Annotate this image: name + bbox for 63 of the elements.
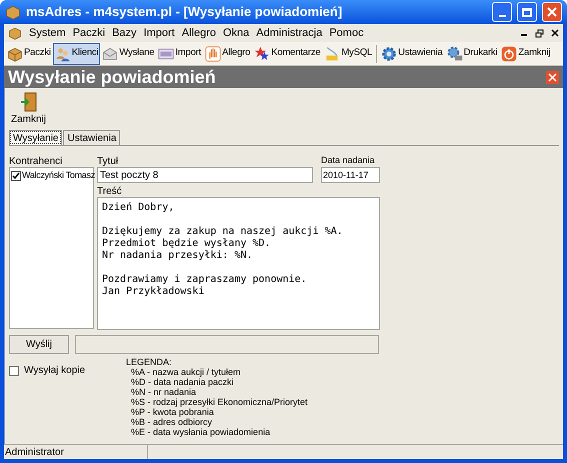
legend-item: %A - nazwa aukcji / tytułem bbox=[130, 367, 242, 377]
toolbar-button[interactable]: Paczki bbox=[5, 42, 53, 64]
close-button[interactable] bbox=[542, 2, 562, 22]
tab[interactable]: Wysyłanie bbox=[9, 130, 62, 145]
body-field[interactable]: Dzień Dobry, Dziękujemy za zakup na naszej aukcji %A. Przedmiot będzie wysłany %D. Nr nadania przesyłki: %N. Pozdrawiamy i zapraszamy ponownie. Jan Przykładowski bbox=[97, 197, 380, 330]
menu-item[interactable]: Paczki bbox=[72, 24, 106, 42]
toolbar-button[interactable]: Wysłane bbox=[100, 42, 156, 64]
door-exit-icon bbox=[20, 92, 38, 112]
body-label: Treść bbox=[97, 185, 123, 197]
stars-icon bbox=[254, 46, 270, 62]
gear-icon bbox=[381, 46, 398, 62]
minimize-button[interactable] bbox=[492, 2, 512, 22]
app-icon bbox=[5, 4, 21, 20]
title-label: Tytuł bbox=[97, 155, 120, 167]
toolbar-button[interactable]: Ustawienia bbox=[379, 42, 445, 64]
send-button[interactable]: Wyślij bbox=[9, 335, 69, 354]
toolbar-button[interactable]: Allegro bbox=[203, 42, 252, 64]
envelope-icon bbox=[102, 46, 118, 62]
title-field[interactable]: Test poczty 8 bbox=[97, 167, 313, 183]
database-icon bbox=[324, 46, 340, 62]
close-icon bbox=[547, 7, 557, 17]
contractors-label: Kontrahenci bbox=[9, 155, 64, 167]
toolbar-button[interactable]: Komentarze bbox=[252, 42, 322, 64]
toolbar-button[interactable]: Klienci bbox=[52, 42, 100, 64]
menu-item[interactable]: Pomoc bbox=[329, 24, 364, 42]
copy-checkbox[interactable]: Wysyłaj kopie bbox=[9, 363, 126, 378]
legend-item: %B - adres odbiorcy bbox=[130, 417, 214, 427]
toolbar-button[interactable]: Import bbox=[156, 42, 204, 64]
status-text: Administrator bbox=[4, 445, 148, 459]
restore-icon[interactable] bbox=[535, 28, 544, 38]
menu-item[interactable]: Allegro bbox=[182, 24, 216, 42]
legend-item: %N - nr nadania bbox=[130, 387, 198, 397]
menu-item[interactable]: Administracja bbox=[256, 24, 322, 42]
printer-gear-icon bbox=[446, 46, 463, 62]
close-form-button[interactable]: Zamknij bbox=[9, 92, 48, 127]
people-icon bbox=[54, 46, 71, 62]
form-title: Wysyłanie powiadomień bbox=[8, 68, 217, 86]
toolbar-button[interactable]: MySQL bbox=[322, 42, 374, 64]
hand-icon bbox=[205, 46, 222, 62]
menu-item[interactable]: Bazy bbox=[112, 24, 137, 42]
toolbar-button[interactable]: Drukarki bbox=[444, 42, 500, 64]
maximize-button[interactable] bbox=[517, 2, 537, 22]
date-label: Data nadania bbox=[321, 154, 376, 167]
checkbox[interactable] bbox=[11, 171, 21, 181]
form-close-button[interactable] bbox=[546, 70, 559, 84]
menu-item[interactable]: Okna bbox=[223, 24, 250, 42]
close-icon[interactable] bbox=[551, 29, 559, 37]
legend-item: %P - kwota pobrania bbox=[130, 407, 215, 417]
box-icon bbox=[7, 46, 23, 62]
menu-item[interactable]: System bbox=[29, 24, 66, 42]
legend-title: LEGENDA: bbox=[126, 357, 173, 367]
power-icon bbox=[501, 46, 518, 62]
date-field[interactable]: 2010-11-17 bbox=[321, 167, 380, 183]
menu-item[interactable]: Import bbox=[144, 24, 175, 42]
app-icon bbox=[8, 26, 22, 40]
contractors-list[interactable]: Walczyński Tomasz bbox=[9, 167, 94, 329]
toolbar-button[interactable]: Zamknij bbox=[499, 42, 552, 64]
tab[interactable]: Ustawienia bbox=[63, 130, 120, 145]
legend-item: %S - rodzaj przesyłki Ekonomiczna/Priorytet bbox=[130, 397, 308, 407]
contractor-name: Walczyński Tomasz bbox=[22, 169, 95, 182]
window-title: msAdres - m4system.pl - [Wysyłanie powiadomień] bbox=[26, 3, 344, 22]
legend-item: %E - data wysłania powiadomienia bbox=[130, 427, 272, 437]
legend-item: %D - data nadania paczki bbox=[130, 377, 235, 387]
